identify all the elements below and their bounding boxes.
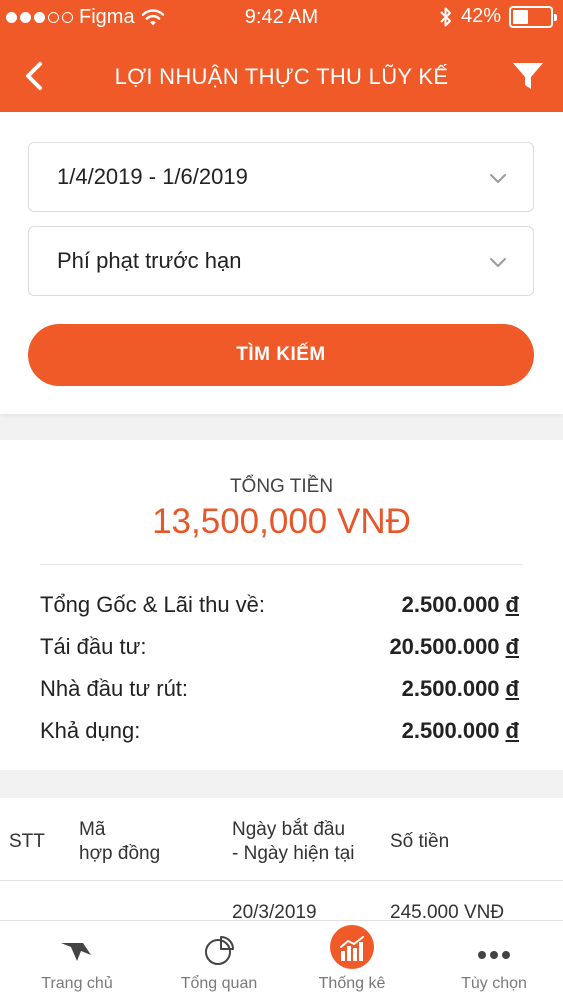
- date-range-select[interactable]: 1/4/2019 - 1/6/2019: [28, 142, 534, 212]
- total-label: TỔNG TIỀN: [229, 476, 334, 497]
- chevron-down-icon: [490, 258, 506, 267]
- table-header-contract: Mã hợp đồng: [79, 818, 160, 866]
- tab-label: Tùy chọn: [461, 975, 527, 992]
- currency-symbol: đ: [505, 592, 519, 617]
- table-header-dates-line1: Ngày bắt đầu: [232, 819, 346, 840]
- battery-percent: 42%: [460, 5, 501, 27]
- summary-row-available: Khả dụng: 2.500.000 đ: [40, 714, 519, 748]
- total-value: 13,500,000 VNĐ: [152, 502, 411, 541]
- back-chevron-icon[interactable]: [18, 58, 52, 94]
- bluetooth-icon: [440, 7, 451, 26]
- category-select[interactable]: Phí phạt trước hạn: [28, 226, 534, 296]
- tab-options[interactable]: Tùy chọn: [424, 921, 563, 1000]
- home-bird-icon: [61, 943, 91, 961]
- more-dots-icon: [478, 951, 510, 959]
- table-header-dates: Ngày bắt đầu - Ngày hiện tại: [232, 818, 355, 866]
- page-title: LỢI NHUẬN THỰC THU LŨY KẾ: [114, 64, 449, 89]
- search-button[interactable]: TÌM KIẾM: [28, 324, 534, 386]
- tab-home[interactable]: Trang chủ: [7, 921, 147, 1000]
- summary-row-value: 2.500.000: [401, 718, 500, 743]
- summary-row-withdraw: Nhà đầu tư rút: 2.500.000 đ: [40, 672, 519, 706]
- table-header-dates-line2: - Ngày hiện tại: [232, 843, 355, 864]
- filter-icon[interactable]: [511, 59, 545, 93]
- summary-row-value: 2.500.000: [401, 592, 500, 617]
- table-header-stt: STT: [9, 831, 45, 852]
- contracts-table: STT Mã hợp đồng Ngày bắt đầu - Ngày hiện…: [0, 798, 563, 928]
- nav-bar: LỢI NHUẬN THỰC THU LŨY KẾ: [0, 44, 563, 108]
- status-right-group: 42%: [439, 5, 557, 28]
- tab-label: Tổng quan: [180, 975, 258, 992]
- table-header-amount: Số tiền: [390, 831, 450, 852]
- currency-symbol: đ: [505, 634, 519, 659]
- pie-chart-icon: [205, 936, 234, 965]
- status-bar: Figma 9:42 AM 42%: [0, 0, 563, 36]
- bottom-tab-bar: Trang chủ Tổng quan Thống kê Tùy chọn: [0, 920, 563, 1000]
- currency-symbol: đ: [505, 718, 519, 743]
- app-header: Figma 9:42 AM 42% LỢI NHUẬN THỰC THU LŨY…: [0, 0, 563, 112]
- summary-divider: [40, 564, 523, 565]
- summary-row-principal-interest: Tổng Gốc & Lãi thu về: 2.500.000 đ: [40, 588, 519, 622]
- summary-row-reinvest: Tái đầu tư: 20.500.000 đ: [40, 630, 519, 664]
- tab-label: Trang chủ: [41, 975, 113, 992]
- search-panel: 1/4/2019 - 1/6/2019 Phí phạt trước hạn T…: [0, 112, 563, 414]
- tab-statistics[interactable]: Thống kê: [282, 921, 422, 1000]
- chevron-down-icon: [490, 174, 506, 183]
- table-header-divider: [0, 880, 563, 881]
- summary-row-value: 20.500.000: [389, 634, 500, 659]
- bar-chart-icon: [340, 936, 364, 961]
- date-range-value: 1/4/2019 - 1/6/2019: [57, 164, 248, 189]
- battery-icon: [509, 5, 557, 28]
- summary-row-label: Tổng Gốc & Lãi thu về:: [40, 592, 266, 617]
- summary-row-label: Nhà đầu tư rút:: [40, 676, 189, 701]
- category-value: Phí phạt trước hạn: [57, 248, 242, 273]
- summary-row-label: Tái đầu tư:: [40, 634, 147, 659]
- table-header-contract-line2: hợp đồng: [79, 843, 161, 864]
- table-header-contract-line1: Mã: [79, 819, 106, 840]
- summary-panel: TỔNG TIỀN 13,500,000 VNĐ Tổng Gốc & Lãi …: [0, 440, 563, 770]
- summary-row-value: 2.500.000: [401, 676, 500, 701]
- tab-label: Thống kê: [318, 975, 386, 992]
- summary-row-label: Khả dụng:: [40, 718, 141, 743]
- tab-overview[interactable]: Tổng quan: [149, 921, 289, 1000]
- currency-symbol: đ: [505, 676, 519, 701]
